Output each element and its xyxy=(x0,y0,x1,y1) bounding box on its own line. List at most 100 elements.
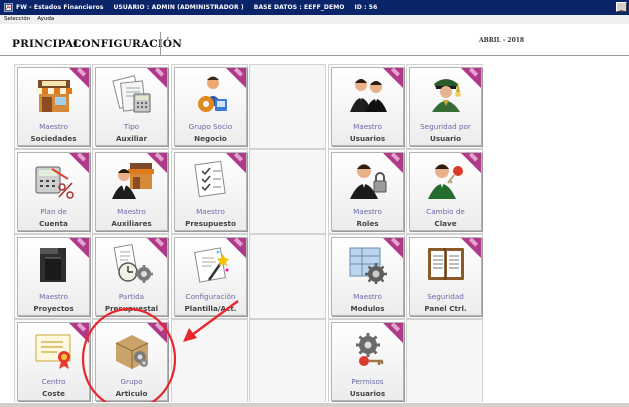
tile-label-top: Configuración xyxy=(185,292,236,301)
tile-label-bottom: Sociedades xyxy=(30,134,77,143)
grid-cell: Grupo Articulo xyxy=(92,319,169,404)
grid-cell: Maestro Modulos xyxy=(328,234,405,319)
tile-roles[interactable]: Maestro Roles xyxy=(331,152,404,231)
grid-cell: Permisos Usuarios xyxy=(328,319,405,404)
clock-gear-icon xyxy=(110,244,154,284)
grid-cell: Seguridad por Usuario xyxy=(406,64,483,149)
app-window: FW - Estados Financieros USUARIO : ADMIN… xyxy=(0,0,629,407)
tile-label-bottom: Coste xyxy=(42,389,65,398)
tile-label-top: Tipo xyxy=(123,122,140,131)
tile-plantilla[interactable]: Configuración Plantilla/Act. xyxy=(174,237,247,316)
grid-cell: Partida Presupuestal xyxy=(92,234,169,319)
empty-grid-cell xyxy=(249,319,326,404)
title-bar: FW - Estados Financieros USUARIO : ADMIN… xyxy=(0,0,629,15)
window-gear-icon xyxy=(346,244,390,284)
empty-grid-cell xyxy=(249,149,326,234)
tile-permisos[interactable]: Permisos Usuarios xyxy=(331,322,404,401)
box-gear-icon xyxy=(110,329,154,369)
tab-configuracion[interactable]: CONFIGURACIÓN xyxy=(73,38,182,50)
tile-label-bottom: Usuarios xyxy=(349,389,386,398)
tile-presupuestal[interactable]: Partida Presupuestal xyxy=(95,237,168,316)
tile-sociedades[interactable]: Maestro Sociedades xyxy=(17,67,90,146)
grid-cell: Plan de Cuenta xyxy=(14,149,91,234)
tile-auxiliar[interactable]: Tipo Auxiliar xyxy=(95,67,168,146)
user-key-icon xyxy=(424,159,468,199)
app-title: FW - Estados Financieros xyxy=(16,4,104,11)
tile-label-bottom: Articulo xyxy=(115,389,148,398)
grid-cell: Maestro Sociedades xyxy=(14,64,91,149)
period-label: ABRIL - 2018 xyxy=(479,37,525,44)
tile-label-top: Maestro xyxy=(39,122,68,131)
empty-grid-cell xyxy=(406,319,483,404)
tile-label-top: Permisos xyxy=(351,377,384,386)
documents-calculator-icon xyxy=(110,74,154,114)
minimize-icon[interactable]: _ xyxy=(616,2,627,12)
tile-articulo[interactable]: Grupo Articulo xyxy=(95,322,168,401)
grid-cell: Cambio de Clave xyxy=(406,149,483,234)
tile-label-top: Maestro xyxy=(353,292,382,301)
tile-usuarios[interactable]: Maestro Usuarios xyxy=(331,67,404,146)
tile-label-bottom: Presupuestal xyxy=(104,304,159,313)
tile-label-top: Grupo xyxy=(120,377,143,386)
tile-label-top: Maestro xyxy=(39,292,68,301)
tile-label-bottom: Roles xyxy=(356,219,379,228)
tile-label-top: Seguridad xyxy=(427,292,464,301)
tile-cuenta[interactable]: Plan de Cuenta xyxy=(17,152,90,231)
user-lock-icon xyxy=(346,159,390,199)
wand-document-icon xyxy=(189,244,233,284)
tile-label-bottom: Panel Ctrl. xyxy=(424,304,467,313)
document-flow-icon xyxy=(32,244,76,284)
tile-negocio[interactable]: Grupo Socio Negocio xyxy=(174,67,247,146)
tile-presupuesto[interactable]: Maestro Presupuesto xyxy=(174,152,247,231)
tile-label-bottom: Usuarios xyxy=(349,134,386,143)
tile-label-top: Maestro xyxy=(196,207,225,216)
tile-label-bottom: Plantilla/Act. xyxy=(184,304,237,313)
tile-coste[interactable]: Centro Coste xyxy=(17,322,90,401)
tile-proyectos[interactable]: Maestro Proyectos xyxy=(17,237,90,316)
grid-cell: Configuración Plantilla/Act. xyxy=(171,234,248,319)
user-store-icon xyxy=(110,159,154,199)
tile-label-bottom: Cuenta xyxy=(39,219,68,228)
user-info: USUARIO : ADMIN (ADMINISTRADOR ) xyxy=(113,4,244,11)
grid-cell: Maestro Usuarios xyxy=(328,64,405,149)
officer-icon xyxy=(424,74,468,114)
tile-label-bottom: Auxiliares xyxy=(111,219,152,228)
tab-separator xyxy=(160,32,161,56)
empty-grid-cell xyxy=(249,64,326,149)
session-id: ID : 56 xyxy=(354,4,378,11)
tile-label-bottom: Usuario xyxy=(429,134,462,143)
tile-label-top: Partida xyxy=(118,292,145,301)
grid-cell: Maestro Roles xyxy=(328,149,405,234)
users-icon xyxy=(346,74,390,114)
tab-principal[interactable]: PRINCIPAL xyxy=(12,38,81,50)
tile-seguridad-usuario[interactable]: Seguridad por Usuario xyxy=(409,67,482,146)
tile-panel[interactable]: Seguridad Panel Ctrl. xyxy=(409,237,482,316)
config-tile-grid: Maestro Sociedades Tipo Auxiliar Grupo Socio… xyxy=(14,64,483,404)
menu-seleccion[interactable]: Selección xyxy=(0,15,33,24)
window-controls: _ xyxy=(616,2,627,12)
ledger-icon xyxy=(424,244,468,284)
tile-label-top: Grupo Socio xyxy=(188,122,233,131)
status-bar xyxy=(0,402,629,407)
tile-clave[interactable]: Cambio de Clave xyxy=(409,152,482,231)
calculator-percent-icon xyxy=(32,159,76,199)
tile-label-top: Centro xyxy=(41,377,66,386)
tile-auxiliares[interactable]: Maestro Auxiliares xyxy=(95,152,168,231)
store-icon xyxy=(32,74,76,114)
grid-cell: Maestro Presupuesto xyxy=(171,149,248,234)
empty-grid-cell xyxy=(171,319,248,404)
grid-cell: Centro Coste xyxy=(14,319,91,404)
tile-label-top: Cambio de xyxy=(426,207,465,216)
menu-ayuda[interactable]: Ayuda xyxy=(33,15,57,24)
empty-grid-cell xyxy=(249,234,326,319)
tile-modulos[interactable]: Maestro Modulos xyxy=(331,237,404,316)
grid-cell: Maestro Proyectos xyxy=(14,234,91,319)
certificate-icon xyxy=(32,329,76,369)
tile-label-bottom: Presupuesto xyxy=(185,219,236,228)
tile-label-bottom: Clave xyxy=(434,219,457,228)
tile-label-bottom: Negocio xyxy=(194,134,227,143)
grid-cell: Seguridad Panel Ctrl. xyxy=(406,234,483,319)
menu-bar: Selección Ayuda xyxy=(0,15,629,24)
tile-label-top: Plan de xyxy=(40,207,67,216)
tile-label-top: Maestro xyxy=(117,207,146,216)
